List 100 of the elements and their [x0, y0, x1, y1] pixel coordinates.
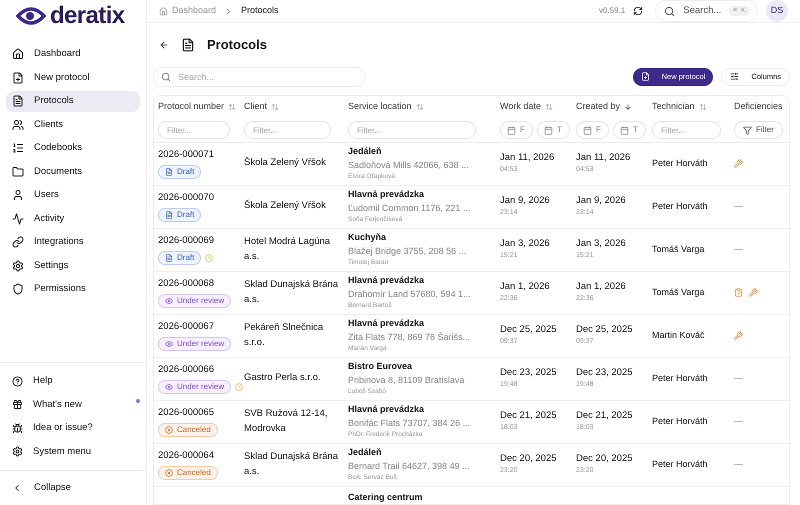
- sidebar-item[interactable]: Settings: [6, 256, 140, 276]
- user-avatar[interactable]: DS: [766, 0, 788, 22]
- column-header[interactable]: Work date: [500, 100, 576, 114]
- client-name: SVB Ružová 12-14, Modrovka: [244, 407, 328, 436]
- search-field[interactable]: Search...: [153, 66, 366, 86]
- date-filter-button[interactable]: F: [576, 121, 609, 139]
- activity-icon: [12, 212, 24, 225]
- work-date: Dec 21, 2025: [500, 409, 558, 424]
- logo-text: deratix: [50, 4, 125, 28]
- help-icon: [12, 376, 23, 387]
- location-address: Bonifác Flats 73707, 384 26 ...: [348, 416, 472, 430]
- work-date: Jan 3, 2026: [500, 237, 551, 252]
- technician-name: Tomáš Varga: [652, 286, 706, 299]
- x-circle-icon: [165, 426, 173, 434]
- sidebar-item[interactable]: Permissions: [6, 279, 140, 300]
- column-header[interactable]: Service location: [348, 100, 500, 114]
- status-badge: Draft: [158, 165, 202, 180]
- filter-field[interactable]: Filter...: [244, 121, 332, 139]
- location-address: Drahomír Land 57680, 594 1...: [348, 288, 472, 301]
- back-arrow-icon[interactable]: [159, 40, 169, 50]
- calendar-icon: [583, 126, 592, 134]
- protocol-number[interactable]: 2026-000067: [158, 320, 214, 334]
- column-header[interactable]: Deficiencies: [734, 100, 790, 114]
- filter-button[interactable]: Filter: [734, 121, 783, 139]
- sidebar-item[interactable]: Documents: [6, 162, 140, 182]
- sidebar-item[interactable]: Users: [6, 185, 140, 206]
- protocol-number[interactable]: 2026-000071: [158, 148, 214, 162]
- list-icon: [12, 142, 24, 154]
- sidebar-item[interactable]: Protocols: [6, 91, 140, 112]
- search-icon: [161, 72, 171, 82]
- client-name: Sklad Dunajská Brána a.s.: [244, 278, 339, 306]
- sidebar-item[interactable]: New protocol: [6, 68, 140, 88]
- breadcrumb-link[interactable]: Protocols: [241, 4, 279, 18]
- date-filter-button[interactable]: F: [500, 121, 533, 139]
- sidebar-item[interactable]: Codebooks: [6, 138, 140, 158]
- status-badge: Draft: [158, 251, 202, 266]
- protocol-number[interactable]: 2026-000070: [158, 190, 214, 206]
- client-name: Škola Zelený Vŕšok: [244, 156, 327, 170]
- bug-icon: [12, 422, 23, 434]
- location-name: Jedáleň: [348, 145, 383, 158]
- document-icon: [165, 211, 173, 220]
- sidebar-item[interactable]: Clients: [6, 114, 140, 135]
- sidebar-item[interactable]: Dashboard: [6, 44, 140, 64]
- location-address: Bernard Trail 64627, 398 49 ...: [348, 460, 471, 473]
- empty-value: —: [734, 242, 743, 256]
- calendar-icon: [507, 126, 516, 134]
- protocol-number[interactable]: 2026-000069: [158, 234, 214, 248]
- home-icon: [159, 6, 168, 16]
- location-name: Hlavná prevádzka: [348, 188, 426, 202]
- work-date: Dec 25, 2025: [500, 323, 558, 338]
- filter-field[interactable]: Filter...: [158, 121, 230, 139]
- document-icon: [181, 38, 195, 52]
- column-header[interactable]: Protocol number: [158, 100, 244, 114]
- search-icon: [664, 6, 676, 16]
- user-icon: [12, 189, 24, 202]
- settings-icon: [12, 446, 23, 458]
- column-header[interactable]: Created by: [576, 100, 652, 114]
- location-address: Pribinova 8, 81109 Bratislava: [348, 374, 466, 387]
- column-header[interactable]: Client: [244, 100, 348, 114]
- refresh-icon: [633, 6, 644, 16]
- sliders-icon: [730, 72, 740, 81]
- protocol-number[interactable]: 2026-000065: [158, 406, 214, 420]
- location-address: Sadloňová Mills 42066, 638 ...: [348, 158, 470, 172]
- sidebar-item[interactable]: Integrations: [6, 232, 140, 252]
- document-icon: [165, 168, 173, 176]
- location-name: Jedáleň: [348, 446, 383, 460]
- eye-logo-icon: [16, 6, 46, 26]
- technician-name: Peter Horváth: [652, 372, 709, 385]
- refresh-button[interactable]: [633, 6, 644, 16]
- sidebar-item[interactable]: What's new: [6, 394, 88, 415]
- date-filter-button[interactable]: T: [613, 121, 646, 139]
- gift-icon: [12, 399, 23, 410]
- work-date: Jan 1, 2026: [500, 280, 551, 294]
- created-date: Jan 9, 2026: [576, 194, 627, 208]
- date-filter-button[interactable]: T: [537, 121, 570, 139]
- location-name: Hlavná prevádzka: [348, 317, 426, 330]
- technician-name: Martin Kováč: [652, 328, 706, 342]
- protocol-number[interactable]: 2026-000068: [158, 276, 214, 292]
- protocol-number[interactable]: 2026-000066: [158, 362, 214, 378]
- filter-field[interactable]: Filter...: [348, 121, 476, 139]
- sidebar-item[interactable]: Activity: [6, 208, 140, 229]
- version-label: v0.59.1: [599, 5, 626, 17]
- technician-name: Peter Horváth: [652, 414, 709, 428]
- filter-icon: [743, 126, 752, 134]
- collapse-button[interactable]: Collapse: [6, 479, 77, 497]
- work-date: Jan 9, 2026: [500, 194, 551, 208]
- column-header[interactable]: Technician: [652, 100, 734, 114]
- filter-field[interactable]: Filter...: [652, 121, 721, 139]
- status-badge: Under review: [158, 337, 232, 352]
- sidebar-item[interactable]: Help: [6, 371, 59, 392]
- status-badge: Canceled: [158, 466, 218, 480]
- protocol-number[interactable]: 2026-000064: [158, 448, 214, 464]
- eye-icon: [165, 340, 173, 348]
- users-icon: [12, 118, 24, 131]
- status-badge: Canceled: [158, 423, 218, 438]
- home-icon: [12, 48, 24, 60]
- empty-value: —: [734, 200, 743, 213]
- technician-name: Peter Horváth: [652, 200, 709, 213]
- sidebar-item[interactable]: Idea or issue?: [6, 418, 99, 438]
- sidebar-item[interactable]: System menu: [6, 442, 98, 462]
